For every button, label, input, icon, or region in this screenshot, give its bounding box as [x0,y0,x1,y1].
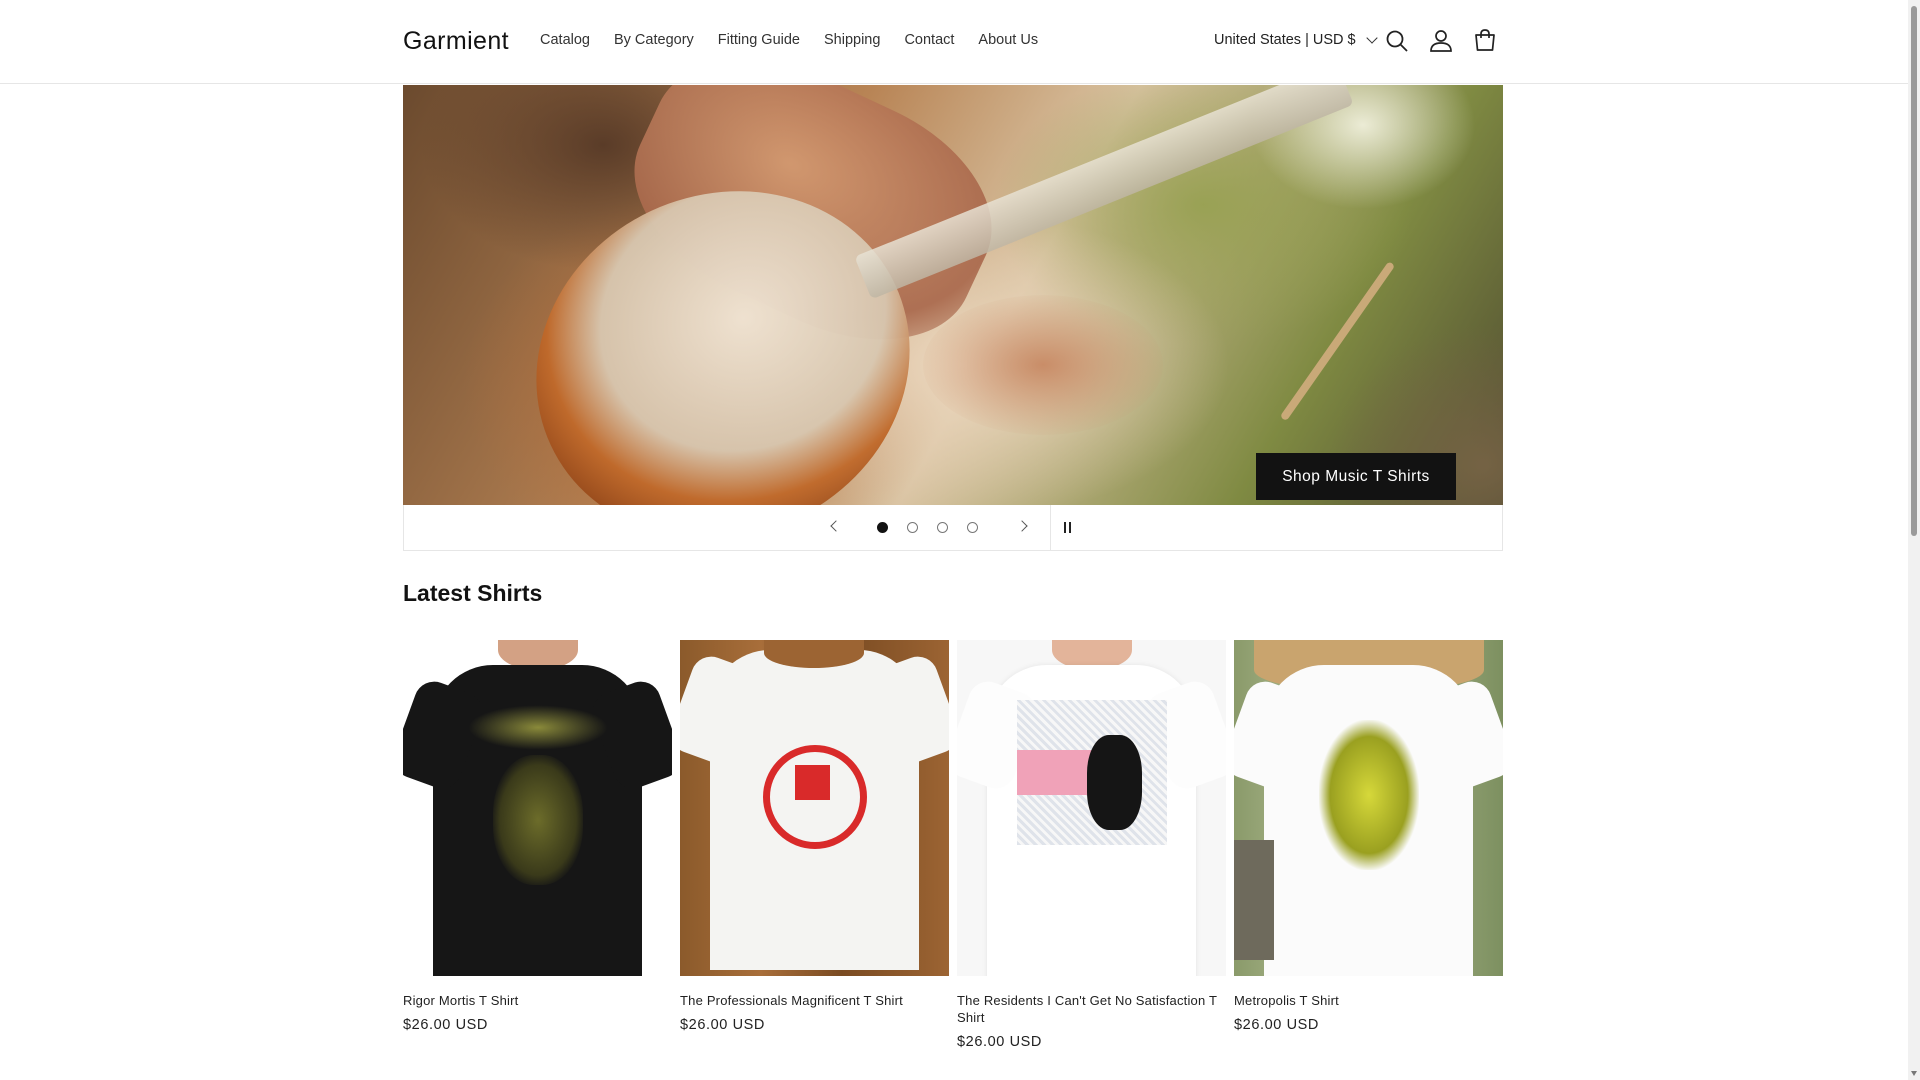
chevron-left-icon[interactable] [830,520,842,532]
controls-divider [1050,505,1051,551]
product-image[interactable] [403,640,672,976]
hero-slideshow: Shop Music T Shirts [403,85,1503,505]
product-name[interactable]: Metropolis T Shirt [1234,992,1503,1009]
search-icon[interactable] [1384,28,1410,54]
slide-dot-4[interactable] [967,522,978,533]
product-card[interactable]: Metropolis T Shirt $26.00 USD [1234,640,1503,1033]
chevron-right-icon[interactable] [1016,520,1028,532]
product-name[interactable]: Rigor Mortis T Shirt [403,992,672,1009]
slideshow-controls [403,505,1503,551]
slide-dot-2[interactable] [907,522,918,533]
product-price: $26.00 USD [403,1017,488,1033]
product-card[interactable]: Rigor Mortis T Shirt $26.00 USD [403,640,672,1033]
product-name[interactable]: The Residents I Can't Get No Satisfactio… [957,992,1226,1026]
site-header: Garmient Catalog By Category Fitting Gui… [0,0,1908,84]
product-image[interactable] [1234,640,1503,976]
product-card[interactable]: The Professionals Magnificent T Shirt $2… [680,640,949,1033]
nav-fitting-guide[interactable]: Fitting Guide [718,32,800,48]
shop-music-shirts-button[interactable]: Shop Music T Shirts [1256,453,1456,500]
site-logo[interactable]: Garmient [403,27,509,56]
nav-catalog[interactable]: Catalog [540,32,590,48]
account-icon[interactable] [1428,28,1454,54]
nav-by-category[interactable]: By Category [614,32,694,48]
nav-contact[interactable]: Contact [904,32,954,48]
product-image-print-text [468,705,608,750]
product-image[interactable] [957,640,1226,976]
page-scrollbar[interactable] [1908,0,1920,1080]
scrollbar-thumb[interactable] [1911,6,1917,536]
product-card[interactable]: The Residents I Can't Get No Satisfactio… [957,640,1226,1050]
slide-dot-3[interactable] [937,522,948,533]
chevron-down-icon [1365,32,1378,44]
scroll-down-icon[interactable] [1911,1071,1917,1076]
section-title-latest-shirts: Latest Shirts [403,580,543,606]
nav-shipping[interactable]: Shipping [824,32,880,48]
main-nav: Catalog By Category Fitting Guide Shippi… [540,32,1038,48]
product-image-print-hand [1017,750,1097,795]
locale-label: United States | USD $ [1214,32,1356,48]
product-image-model-arm [1234,840,1274,960]
cart-icon[interactable] [1472,28,1498,54]
product-price: $26.00 USD [957,1034,1042,1050]
nav-about-us[interactable]: About Us [978,32,1038,48]
product-price: $26.00 USD [680,1017,765,1033]
product-name[interactable]: The Professionals Magnificent T Shirt [680,992,949,1009]
product-image[interactable] [680,640,949,976]
slide-dot-1[interactable] [877,522,888,533]
product-image-print-figure [1087,735,1142,830]
product-image-print-skull [493,755,583,885]
country-currency-selector[interactable]: United States | USD $ [1214,32,1378,48]
hero-image-hand [923,295,1163,435]
pause-icon[interactable] [1064,522,1075,534]
product-image-print-robot [1319,720,1419,870]
product-price: $26.00 USD [1234,1017,1319,1033]
hero-image-drumstick [1279,261,1396,422]
product-image-print-figure [795,765,830,800]
